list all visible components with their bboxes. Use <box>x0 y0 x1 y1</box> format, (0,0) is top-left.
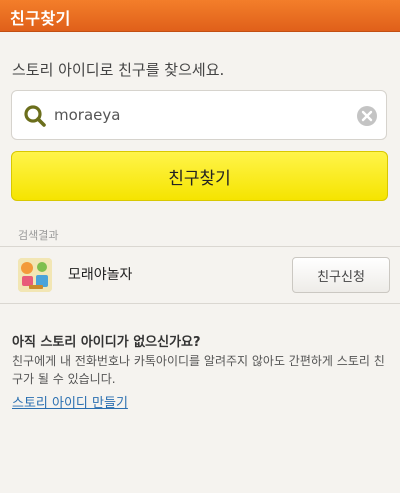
search-box[interactable] <box>11 90 387 140</box>
find-friend-button[interactable]: 친구찾기 <box>11 151 388 201</box>
no-id-description: 친구에게 내 전화번호나 카톡아이디를 알려주지 않아도 간편하게 스토리 친구… <box>12 354 385 386</box>
results-divider-bottom <box>0 303 400 304</box>
result-row[interactable]: 모래야놀자 친구신청 <box>0 247 400 303</box>
results-label: 검색결과 <box>18 229 59 242</box>
avatar-image <box>18 258 52 292</box>
no-id-question: 아직 스토리 아이디가 없으신가요? <box>12 335 201 350</box>
app-header: 친구찾기 <box>0 0 400 32</box>
search-prompt: 스토리 아이디로 친구를 찾으세요. <box>12 61 225 79</box>
clear-icon[interactable] <box>356 105 378 127</box>
search-input[interactable] <box>54 101 344 129</box>
friend-request-button[interactable]: 친구신청 <box>292 257 390 293</box>
search-icon <box>24 105 46 127</box>
header-title: 친구찾기 <box>10 9 71 28</box>
create-story-id-link[interactable]: 스토리 아이디 만들기 <box>12 392 128 411</box>
result-name: 모래야놀자 <box>68 267 133 283</box>
avatar <box>18 258 52 292</box>
